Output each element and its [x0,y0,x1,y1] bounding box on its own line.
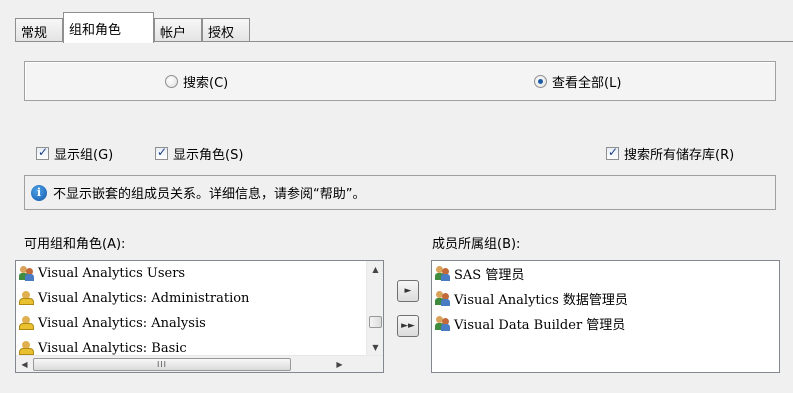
list-item[interactable]: Visual Analytics: Administration [16,286,383,311]
view-all-radio-label: 查看全部(L) [552,76,622,91]
available-groups-list[interactable]: Visual Analytics Users Visual Analytics:… [15,260,384,373]
member-of-list[interactable]: SAS 管理员 Visual Analytics 数据管理员 Visual Da… [431,260,780,373]
tab-general[interactable]: 常规 [15,18,63,42]
list-item[interactable]: Visual Analytics Users [16,261,383,286]
role-icon [19,341,34,356]
list-item-label: SAS 管理员 [454,268,525,283]
scroll-down-icon[interactable]: ▼ [367,339,384,356]
tab-groups-roles[interactable]: 组和角色 [63,12,154,43]
radio-unchecked-icon[interactable] [165,75,178,88]
info-icon: i [31,184,47,201]
tab-general-label: 常规 [21,26,48,41]
group-icon [435,291,450,306]
radio-checked-icon[interactable] [534,75,547,88]
info-text: 不显示嵌套的组成员关系。详细信息，请参阅“帮助”。 [53,187,366,202]
group-icon [19,266,34,281]
search-radio[interactable]: 搜索(C) [165,72,228,91]
horizontal-scrollbar[interactable]: ◀ III ▶ [16,355,383,372]
list-item-label: Visual Data Builder 管理员 [454,318,626,333]
tab-accounts[interactable]: 帐户 [154,18,202,42]
group-icon [435,316,450,331]
tab-authorization-label: 授权 [208,26,235,41]
view-mode-group: 搜索(C) 查看全部(L) [24,61,776,101]
move-selected-button[interactable]: ► [397,280,419,302]
role-icon [19,316,34,331]
list-item[interactable]: Visual Analytics 数据管理员 [432,286,779,311]
info-banner: i 不显示嵌套的组成员关系。详细信息，请参阅“帮助”。 [24,175,776,210]
list-item-label: Visual Analytics Users [38,266,186,281]
tab-authorization[interactable]: 授权 [202,18,250,42]
group-icon [435,266,450,281]
checkbox-checked-icon[interactable] [36,145,49,160]
search-radio-label: 搜索(C) [183,76,229,91]
checkbox-checked-icon[interactable] [155,145,168,160]
list-item-label: Visual Analytics: Analysis [38,316,206,331]
move-all-button[interactable]: ►► [397,315,419,337]
show-roles-checkbox[interactable]: 显示角色(S) [155,144,243,163]
scroll-up-icon[interactable]: ▲ [367,261,384,278]
scroll-left-icon[interactable]: ◀ [16,356,33,373]
list-item-label: Visual Analytics 数据管理员 [454,293,628,308]
available-list-label: 可用组和角色(A): [24,237,126,252]
scroll-thumb[interactable]: III [33,358,291,371]
tab-accounts-label: 帐户 [160,26,187,41]
scroll-thumb[interactable] [369,316,382,328]
list-item[interactable]: Visual Data Builder 管理员 [432,311,779,336]
list-item-label: Visual Analytics: Basic [38,341,187,356]
view-all-radio[interactable]: 查看全部(L) [534,72,621,91]
member-of-list-label: 成员所属组(B): [432,237,521,252]
vertical-scrollbar[interactable]: ▲ ▼ [366,261,383,356]
tab-groups-roles-label: 组和角色 [69,23,122,38]
list-item-label: Visual Analytics: Administration [38,291,250,306]
show-roles-label: 显示角色(S) [173,148,244,163]
list-item[interactable]: Visual Analytics: Analysis [16,311,383,336]
tab-strip: 常规 组和角色 帐户 授权 [15,12,793,43]
search-all-repos-checkbox[interactable]: 搜索所有储存库(R) [606,144,734,163]
show-groups-checkbox[interactable]: 显示组(G) [36,144,113,163]
scroll-right-icon[interactable]: ▶ [331,356,348,373]
checkbox-checked-icon[interactable] [606,145,619,160]
list-item[interactable]: SAS 管理员 [432,261,779,286]
role-icon [19,291,34,306]
search-all-repos-label: 搜索所有储存库(R) [624,148,735,163]
show-groups-label: 显示组(G) [54,148,114,163]
